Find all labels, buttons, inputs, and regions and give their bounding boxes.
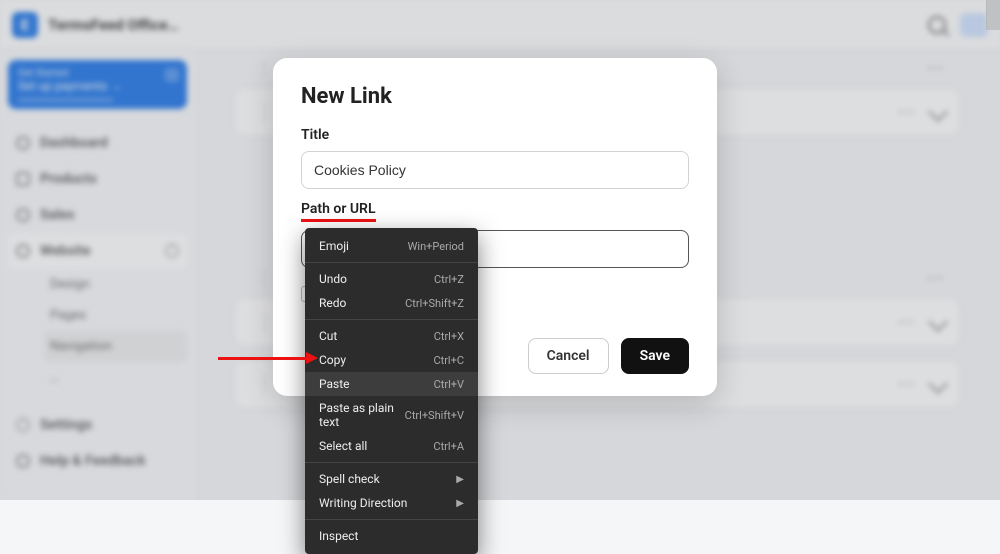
- menu-item-label: Inspect: [319, 529, 358, 543]
- menu-item-label: Select all: [319, 439, 367, 453]
- context-menu: Emoji Win+Period Undo Ctrl+Z Redo Ctrl+Shift+…: [305, 228, 478, 554]
- title-input[interactable]: [301, 151, 689, 189]
- title-field-label: Title: [301, 127, 689, 143]
- context-menu-item[interactable]: Copy Ctrl+C: [305, 348, 478, 372]
- menu-item-label: Undo: [319, 272, 347, 286]
- menu-item-label: Paste as plain text: [319, 401, 405, 429]
- menu-item-shortcut: Ctrl+V: [434, 378, 464, 391]
- context-menu-item[interactable]: Redo Ctrl+Shift+Z: [305, 291, 478, 315]
- menu-item-shortcut: Ctrl+Shift+V: [405, 409, 464, 422]
- menu-item-label: Copy: [319, 353, 346, 367]
- menu-item-shortcut: Ctrl+Z: [434, 273, 464, 286]
- url-field-label: Path or URL: [301, 201, 376, 222]
- context-menu-item[interactable]: Select all Ctrl+A: [305, 434, 478, 458]
- submenu-arrow-icon: ▶: [456, 474, 464, 485]
- annotation-arrow: [218, 352, 318, 364]
- menu-item-label: Spell check: [319, 472, 380, 486]
- save-button[interactable]: Save: [621, 338, 689, 374]
- context-menu-item[interactable]: Emoji Win+Period: [305, 234, 478, 258]
- menu-item-shortcut: Ctrl+C: [433, 354, 464, 367]
- menu-item-label: Cut: [319, 329, 337, 343]
- context-menu-item[interactable]: Cut Ctrl+X: [305, 324, 478, 348]
- context-menu-item[interactable]: Spell check ▶: [305, 467, 478, 491]
- context-menu-item[interactable]: Inspect: [305, 524, 478, 548]
- menu-item-label: Writing Direction: [319, 496, 407, 510]
- submenu-arrow-icon: ▶: [456, 498, 464, 509]
- context-menu-item[interactable]: Paste Ctrl+V: [305, 372, 478, 396]
- cancel-button[interactable]: Cancel: [528, 338, 609, 374]
- menu-item-label: Paste: [319, 377, 350, 391]
- context-menu-item[interactable]: Paste as plain textCtrl+Shift+V: [305, 396, 478, 434]
- context-menu-item[interactable]: Writing Direction ▶: [305, 491, 478, 515]
- menu-item-label: Redo: [319, 296, 346, 310]
- menu-item-shortcut: Ctrl+Shift+Z: [405, 297, 464, 310]
- modal-title: New Link: [301, 84, 689, 109]
- menu-item-shortcut: Ctrl+X: [434, 330, 464, 343]
- context-menu-item[interactable]: Undo Ctrl+Z: [305, 267, 478, 291]
- menu-item-shortcut: Ctrl+A: [433, 440, 464, 453]
- menu-item-label: Emoji: [319, 239, 349, 253]
- menu-item-shortcut: Win+Period: [408, 240, 464, 253]
